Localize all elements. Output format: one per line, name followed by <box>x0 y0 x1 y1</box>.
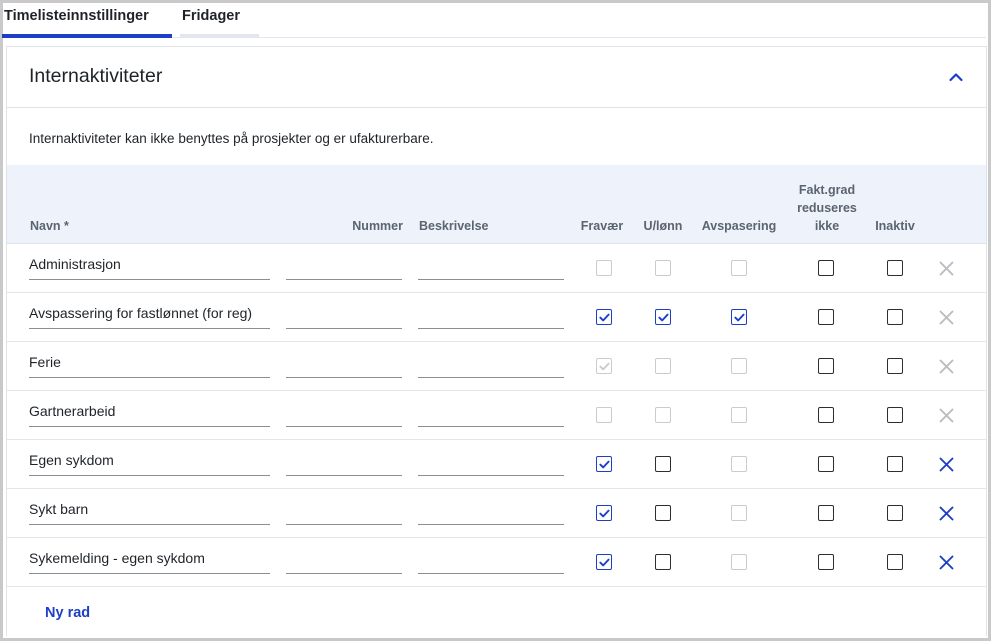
column-header-inactive: Inaktiv <box>875 219 915 233</box>
number-field[interactable] <box>286 403 402 427</box>
number-field[interactable] <box>286 256 402 280</box>
inactive-tab-indicator <box>180 34 259 38</box>
absence-checkbox[interactable] <box>596 554 612 570</box>
description-field[interactable] <box>418 256 564 280</box>
name-field[interactable]: Sykt barn <box>29 501 270 525</box>
name-field[interactable]: Gartnerarbeid <box>29 403 270 427</box>
delete-row-icon <box>938 309 955 326</box>
billing-checkbox[interactable] <box>818 505 834 521</box>
billing-checkbox[interactable] <box>818 554 834 570</box>
inactive-checkbox[interactable] <box>887 358 903 374</box>
timeoff-checkbox <box>731 358 747 374</box>
unpaid-checkbox <box>655 407 671 423</box>
panel-header: Internaktiviteter <box>7 47 986 108</box>
absence-checkbox <box>596 407 612 423</box>
table-row: Gartnerarbeid <box>7 391 986 440</box>
unpaid-checkbox[interactable] <box>655 554 671 570</box>
number-field[interactable] <box>286 501 402 525</box>
section-title: Internaktiviteter <box>29 65 163 87</box>
column-header-billing-line1: Fakt.grad <box>798 183 856 197</box>
absence-checkbox[interactable] <box>596 309 612 325</box>
description-field[interactable] <box>418 403 564 427</box>
table-row: Ferie <box>7 342 986 391</box>
number-field[interactable] <box>286 452 402 476</box>
column-header-description: Beskrivelse <box>419 219 489 233</box>
column-header-number: Nummer <box>352 219 403 233</box>
unpaid-checkbox <box>655 260 671 276</box>
tab-timelisteinnstillinger[interactable]: Timelisteinnstillinger <box>4 8 149 24</box>
table-row: Sykt barn <box>7 489 986 538</box>
table-row: Avspassering for fastlønnet (for reg) <box>7 293 986 342</box>
timeoff-checkbox <box>731 505 747 521</box>
description-field[interactable] <box>418 452 564 476</box>
absence-checkbox <box>596 260 612 276</box>
delete-row-icon[interactable] <box>938 554 955 571</box>
number-field[interactable] <box>286 354 402 378</box>
unpaid-checkbox[interactable] <box>655 309 671 325</box>
description-field[interactable] <box>418 354 564 378</box>
name-field[interactable]: Administrasjon <box>29 256 270 280</box>
column-header-unpaid: U/lønn <box>643 219 683 233</box>
column-header-name: Navn * <box>30 219 69 233</box>
timeoff-checkbox <box>731 407 747 423</box>
new-row-button[interactable]: Ny rad <box>45 605 90 621</box>
column-header-billing: Fakt.grad reduseres ikke <box>777 181 877 235</box>
timeoff-checkbox[interactable] <box>731 309 747 325</box>
active-tab-indicator <box>2 34 172 38</box>
table-row: Sykemelding - egen sykdom <box>7 538 986 587</box>
delete-row-icon[interactable] <box>938 505 955 522</box>
delete-row-icon[interactable] <box>938 456 955 473</box>
name-field[interactable]: Sykemelding - egen sykdom <box>29 550 270 574</box>
name-field[interactable]: Ferie <box>29 354 270 378</box>
billing-checkbox[interactable] <box>818 456 834 472</box>
inactive-checkbox[interactable] <box>887 407 903 423</box>
name-field[interactable]: Egen sykdom <box>29 452 270 476</box>
delete-row-icon <box>938 407 955 424</box>
delete-row-icon <box>938 358 955 375</box>
table-header: Navn * Nummer Beskrivelse Fravær U/lønn … <box>7 165 986 244</box>
absence-checkbox[interactable] <box>596 505 612 521</box>
inactive-checkbox[interactable] <box>887 309 903 325</box>
description-field[interactable] <box>418 305 564 329</box>
column-header-absence: Fravær <box>580 219 624 233</box>
unpaid-checkbox[interactable] <box>655 456 671 472</box>
billing-checkbox[interactable] <box>818 407 834 423</box>
billing-checkbox[interactable] <box>818 358 834 374</box>
inactive-checkbox[interactable] <box>887 456 903 472</box>
number-field[interactable] <box>286 550 402 574</box>
table-row: Egen sykdom <box>7 440 986 489</box>
internal-activities-panel: Internaktiviteter Internaktiviteter kan … <box>6 46 987 636</box>
column-header-billing-line3: ikke <box>814 219 840 233</box>
unpaid-checkbox <box>655 358 671 374</box>
inactive-checkbox[interactable] <box>887 554 903 570</box>
delete-row-icon <box>938 260 955 277</box>
billing-checkbox[interactable] <box>818 309 834 325</box>
absence-checkbox[interactable] <box>596 456 612 472</box>
column-header-timeoff: Avspasering <box>701 219 777 233</box>
name-field[interactable]: Avspassering for fastlønnet (for reg) <box>29 305 270 329</box>
description-field[interactable] <box>418 501 564 525</box>
column-header-billing-line2: reduseres <box>797 201 857 215</box>
tab-bar: Timelisteinnstillinger Fridager <box>2 2 986 38</box>
number-field[interactable] <box>286 305 402 329</box>
timeoff-checkbox <box>731 554 747 570</box>
timeoff-checkbox <box>731 456 747 472</box>
billing-checkbox[interactable] <box>818 260 834 276</box>
section-description: Internaktiviteter kan ikke benyttes på p… <box>29 131 434 146</box>
absence-checkbox <box>596 358 612 374</box>
table-row: Administrasjon <box>7 244 986 293</box>
chevron-up-icon[interactable] <box>946 67 966 87</box>
tab-fridager[interactable]: Fridager <box>182 8 240 24</box>
timeoff-checkbox <box>731 260 747 276</box>
unpaid-checkbox[interactable] <box>655 505 671 521</box>
inactive-checkbox[interactable] <box>887 505 903 521</box>
inactive-checkbox[interactable] <box>887 260 903 276</box>
description-field[interactable] <box>418 550 564 574</box>
